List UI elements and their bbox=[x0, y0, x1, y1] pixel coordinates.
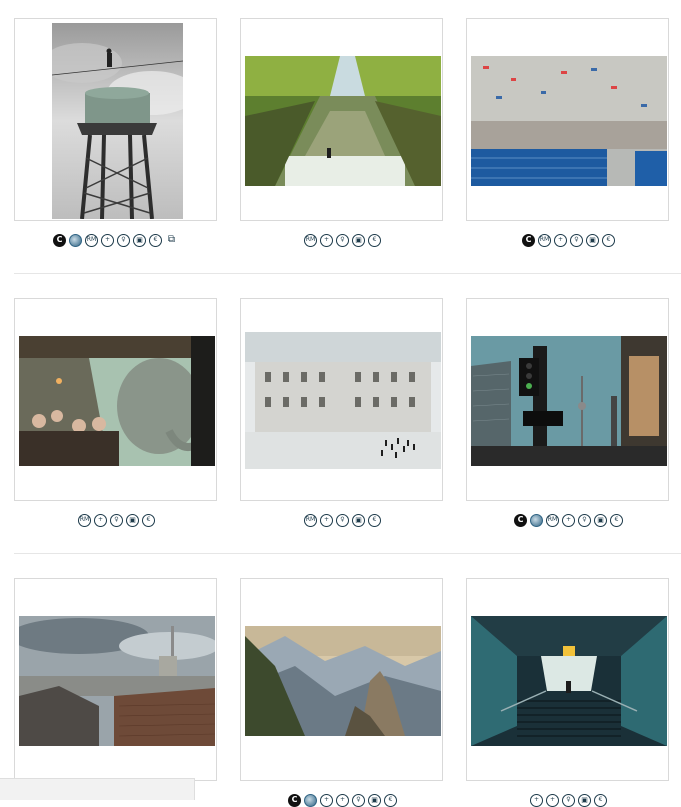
photo-card-city-rooftops[interactable] bbox=[14, 578, 217, 781]
lightbox-icon[interactable]: ♀ bbox=[336, 233, 349, 247]
add-icon[interactable]: + bbox=[320, 233, 333, 247]
icon-row-card-9: + + ♀ ▣ € bbox=[466, 793, 671, 807]
euro-icon[interactable]: € bbox=[610, 513, 623, 527]
bookmark-dot-icon[interactable] bbox=[530, 513, 543, 527]
add-icon[interactable]: + bbox=[101, 233, 114, 247]
photo-card-subway-stairs[interactable] bbox=[466, 578, 669, 781]
add-icon[interactable]: + bbox=[554, 233, 567, 247]
rights-managed-icon[interactable]: RM bbox=[304, 233, 317, 247]
euro-icon[interactable]: € bbox=[602, 233, 615, 247]
lightbox-icon[interactable]: ♀ bbox=[578, 513, 591, 527]
stack-icon[interactable]: ⧉ bbox=[165, 234, 178, 247]
euro-icon[interactable]: € bbox=[149, 233, 162, 247]
cart-icon[interactable]: ▣ bbox=[352, 233, 365, 247]
photo-card-pool-aerial[interactable] bbox=[466, 18, 669, 221]
photo-mountain-valley[interactable] bbox=[245, 626, 441, 736]
cart-icon[interactable]: ▣ bbox=[352, 513, 365, 527]
photo-canal-surfer[interactable] bbox=[245, 56, 441, 186]
euro-icon[interactable]: € bbox=[142, 513, 155, 527]
photo-palace-square[interactable] bbox=[245, 332, 441, 469]
photo-water-tower-tightrope[interactable] bbox=[52, 23, 183, 219]
cart-icon[interactable]: ▣ bbox=[133, 233, 146, 247]
euro-icon[interactable]: € bbox=[368, 233, 381, 247]
cart-icon[interactable]: ▣ bbox=[368, 793, 381, 807]
photo-card-canal-surfer[interactable] bbox=[240, 18, 443, 221]
rights-managed-icon[interactable]: RM bbox=[546, 513, 559, 527]
photo-card-berlin-tv-tower[interactable] bbox=[466, 298, 669, 501]
copyright-icon[interactable]: C bbox=[514, 513, 527, 527]
euro-icon[interactable]: € bbox=[368, 513, 381, 527]
bookmark-dot-icon[interactable] bbox=[69, 233, 82, 247]
cart-icon[interactable]: ▣ bbox=[586, 233, 599, 247]
photo-elephant-aquarium[interactable] bbox=[19, 336, 215, 466]
euro-icon[interactable]: € bbox=[384, 793, 397, 807]
rights-managed-icon[interactable]: RM bbox=[304, 513, 317, 527]
rights-managed-icon[interactable]: RM bbox=[78, 513, 91, 527]
bottom-status-bar bbox=[0, 778, 195, 800]
cart-icon[interactable]: ▣ bbox=[594, 513, 607, 527]
photo-pool-aerial[interactable] bbox=[471, 56, 667, 186]
icon-row-card-3: C RM + ♀ ▣ € bbox=[466, 233, 671, 247]
euro-icon[interactable]: € bbox=[594, 793, 607, 807]
row-divider bbox=[14, 553, 681, 554]
rights-managed-icon[interactable]: RM bbox=[85, 233, 98, 247]
lightbox-icon[interactable]: ♀ bbox=[336, 513, 349, 527]
copyright-icon[interactable]: C bbox=[53, 233, 66, 247]
icon-row-card-5: RM + ♀ ▣ € bbox=[240, 513, 445, 527]
photo-card-mountain-valley[interactable] bbox=[240, 578, 443, 781]
photo-berlin-traffic-light[interactable] bbox=[471, 336, 667, 466]
lightbox-icon[interactable]: ♀ bbox=[352, 793, 365, 807]
copyright-icon[interactable]: C bbox=[288, 793, 301, 807]
cart-icon[interactable]: ▣ bbox=[578, 793, 591, 807]
icon-row-card-6: C RM + ♀ ▣ € bbox=[466, 513, 671, 527]
lightbox-icon[interactable]: ♀ bbox=[562, 793, 575, 807]
copyright-icon[interactable]: C bbox=[522, 233, 535, 247]
icon-row-card-2: RM + ♀ ▣ € bbox=[240, 233, 445, 247]
cart-icon[interactable]: ▣ bbox=[126, 513, 139, 527]
photo-card-water-tower[interactable] bbox=[14, 18, 217, 221]
rights-managed-icon[interactable]: RM bbox=[538, 233, 551, 247]
lightbox-icon[interactable]: ♀ bbox=[110, 513, 123, 527]
bookmark-dot-icon[interactable] bbox=[304, 793, 317, 807]
photo-card-elephant-zoo[interactable] bbox=[14, 298, 217, 501]
add-icon[interactable]: + bbox=[530, 793, 543, 807]
photo-card-palace-square[interactable] bbox=[240, 298, 443, 501]
add-icon[interactable]: + bbox=[336, 793, 349, 807]
photo-subway-stairs[interactable] bbox=[471, 616, 667, 746]
add-icon[interactable]: + bbox=[320, 513, 333, 527]
icon-row-card-8: C + + ♀ ▣ € bbox=[240, 793, 445, 807]
icon-row-card-1: C RM + ♀ ▣ € ⧉ bbox=[14, 233, 217, 247]
add-icon[interactable]: + bbox=[320, 793, 333, 807]
add-icon[interactable]: + bbox=[94, 513, 107, 527]
row-divider bbox=[14, 273, 681, 274]
lightbox-icon[interactable]: ♀ bbox=[117, 233, 130, 247]
lightbox-icon[interactable]: ♀ bbox=[570, 233, 583, 247]
photo-city-rooftops[interactable] bbox=[19, 616, 215, 746]
add-icon[interactable]: + bbox=[546, 793, 559, 807]
add-icon[interactable]: + bbox=[562, 513, 575, 527]
icon-row-card-4: RM + ♀ ▣ € bbox=[14, 513, 219, 527]
